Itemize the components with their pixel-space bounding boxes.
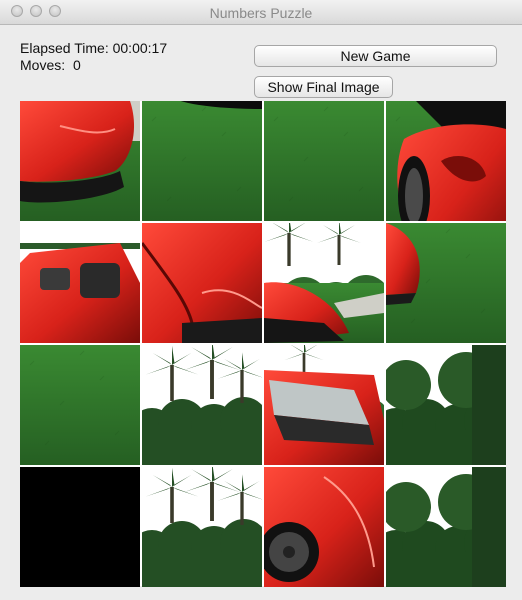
puzzle-tile[interactable] (386, 345, 506, 465)
empty-slot (20, 467, 140, 587)
tile-image (142, 101, 262, 221)
puzzle-tile[interactable] (142, 467, 262, 587)
puzzle-tile[interactable] (386, 467, 506, 587)
tile-image (264, 223, 384, 343)
tile-image (20, 467, 140, 587)
puzzle-tile[interactable] (20, 345, 140, 465)
title-bar: Numbers Puzzle (0, 0, 522, 25)
elapsed-time-value: 00:00:17 (112, 40, 168, 56)
tile-image (264, 467, 384, 587)
new-game-button[interactable]: New Game (254, 45, 497, 67)
puzzle-board (20, 101, 506, 587)
puzzle-tile[interactable] (142, 345, 262, 465)
window-title: Numbers Puzzle (209, 5, 313, 21)
app-window: Numbers Puzzle Elapsed Time: 00:00:17 Mo… (0, 0, 522, 600)
tile-image (142, 345, 262, 465)
tile-image (386, 467, 506, 587)
puzzle-tile[interactable] (264, 345, 384, 465)
tile-image (142, 223, 262, 343)
tile-image (386, 223, 506, 343)
puzzle-tile[interactable] (142, 223, 262, 343)
tile-image (20, 345, 140, 465)
elapsed-time: Elapsed Time: 00:00:17 (20, 40, 167, 56)
moves-value: 0 (73, 57, 81, 73)
puzzle-tile[interactable] (264, 101, 384, 221)
puzzle-tile[interactable] (142, 101, 262, 221)
moves-counter: Moves: 0 (20, 57, 81, 73)
tile-image (386, 345, 506, 465)
tile-image (386, 101, 506, 221)
puzzle-tile[interactable] (264, 223, 384, 343)
show-final-image-button[interactable]: Show Final Image (254, 76, 393, 98)
elapsed-time-label: Elapsed Time: (20, 40, 109, 56)
puzzle-tile[interactable] (264, 467, 384, 587)
moves-label: Moves: (20, 57, 66, 73)
tile-image (142, 467, 262, 587)
puzzle-tile[interactable] (386, 223, 506, 343)
tile-image (264, 345, 384, 465)
tile-image (20, 223, 140, 343)
puzzle-tile[interactable] (20, 101, 140, 221)
tile-image (264, 101, 384, 221)
puzzle-tile[interactable] (20, 223, 140, 343)
puzzle-tile[interactable] (386, 101, 506, 221)
tile-image (20, 101, 140, 221)
